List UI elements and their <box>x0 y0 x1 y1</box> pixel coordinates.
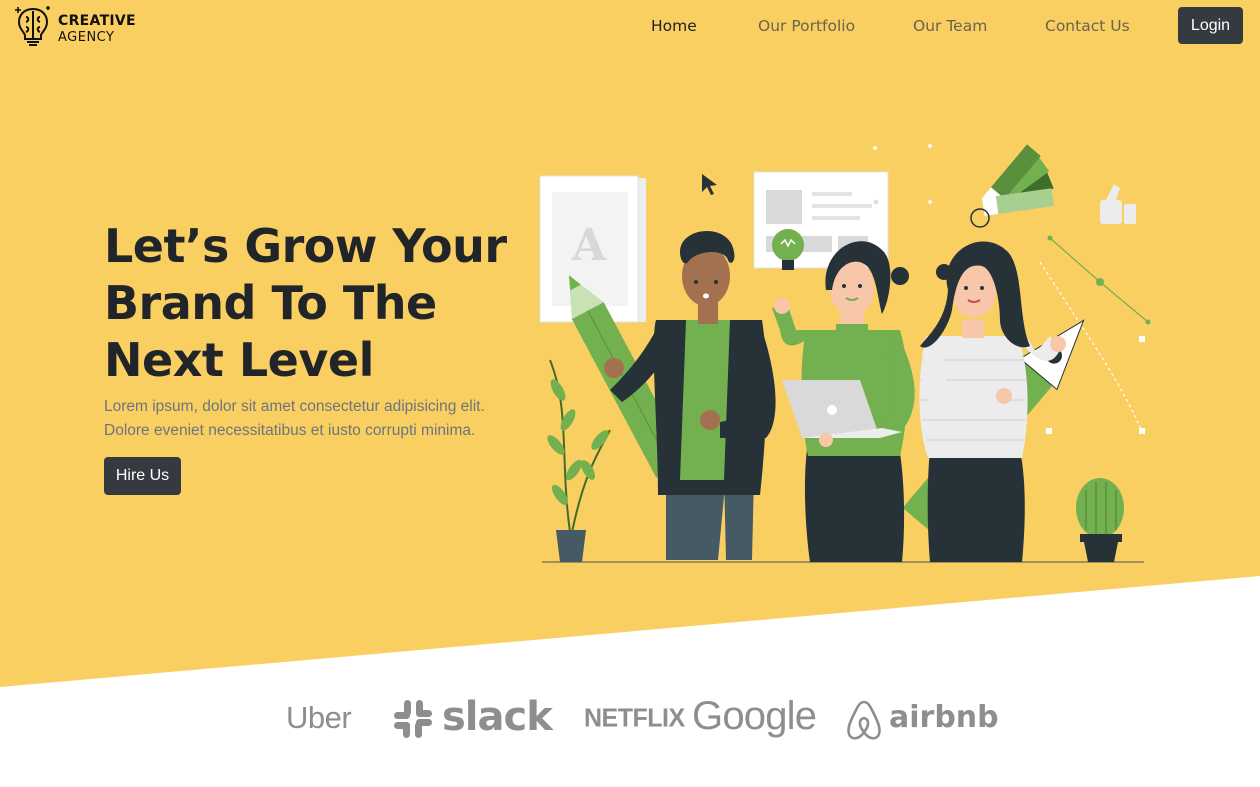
cursor-icon <box>702 174 717 195</box>
uber-logo: Uber <box>286 700 352 735</box>
nav-link-team[interactable]: Our Team <box>913 17 987 35</box>
brain-lightbulb-icon <box>15 6 50 46</box>
client-logos: Uber slack NETFLIX Google airbnb <box>280 690 999 746</box>
cactus-plant <box>1076 478 1124 562</box>
airbnb-belo-icon <box>847 700 881 740</box>
hero-headline: Let’s Grow Your Brand To The Next Level <box>104 219 507 387</box>
hire-us-button[interactable]: Hire Us <box>104 457 181 495</box>
nav-link-portfolio[interactable]: Our Portfolio <box>758 17 855 35</box>
login-button[interactable]: Login <box>1178 7 1243 44</box>
letter-a: A <box>571 220 607 271</box>
nav-link-home[interactable]: Home <box>651 17 697 35</box>
hero-lead-text: Lorem ipsum, dolor sit amet consectetur … <box>104 398 485 439</box>
logo-line1: CREATIVE <box>58 13 136 29</box>
logo-line2: AGENCY <box>58 30 115 45</box>
slack-wordmark: slack <box>442 694 553 740</box>
color-swatch-fan <box>982 144 1054 216</box>
person-woman-laptop <box>772 241 915 562</box>
person-woman-pen <box>919 241 1066 562</box>
team-illustration: A <box>539 144 1151 563</box>
bezier-path-decoration <box>1039 237 1149 433</box>
slack-hash-icon <box>394 700 432 738</box>
plant-left <box>547 359 611 562</box>
thumbs-up-icon <box>1100 184 1136 224</box>
netflix-logo: NETFLIX <box>584 703 685 733</box>
top-navbar: CREATIVE AGENCY Home Our Portfolio Our T… <box>0 0 1260 52</box>
airbnb-wordmark: airbnb <box>889 700 999 735</box>
brand-logo[interactable]: CREATIVE AGENCY <box>14 5 144 47</box>
nav-link-contact[interactable]: Contact Us <box>1045 17 1130 35</box>
google-logo: Google <box>692 694 817 738</box>
